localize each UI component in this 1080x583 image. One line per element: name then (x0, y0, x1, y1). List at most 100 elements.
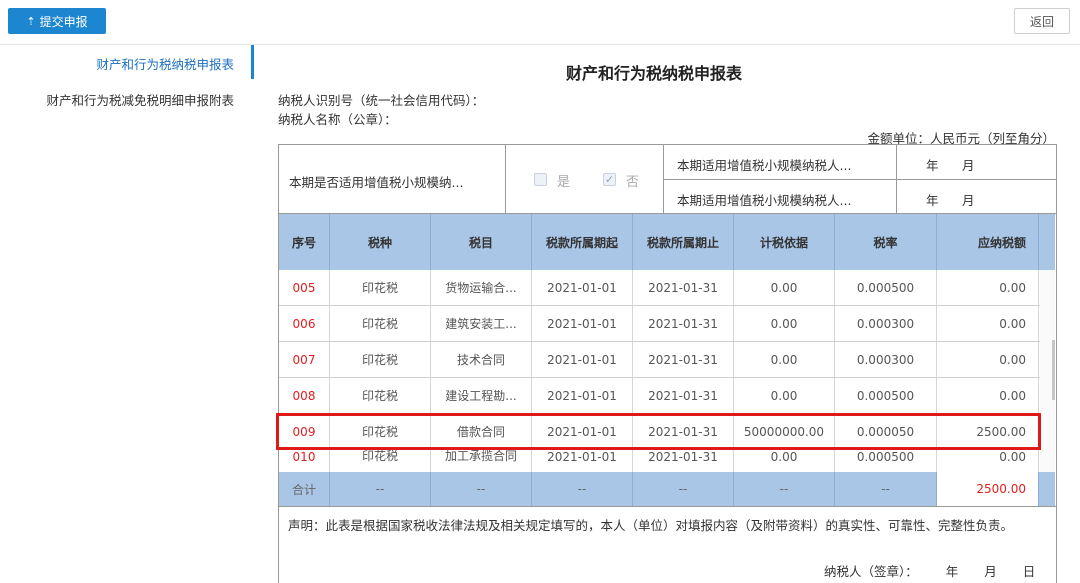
total-cell: -- (835, 472, 937, 506)
total-cell: -- (431, 472, 532, 506)
upload-icon: ⇡ (26, 14, 36, 28)
table-scrollbar-thumb[interactable] (1052, 340, 1055, 400)
row-seq: 010 (279, 450, 330, 472)
submit-declaration-label: 提交申报 (39, 14, 88, 29)
yes-label: 是 (557, 175, 571, 190)
sidebar-item-main-form[interactable]: 财产和行为税纳税申报表 (96, 54, 234, 73)
col-tax-item: 税目 (431, 214, 532, 270)
table-row[interactable]: 008 印花税 建设工程勘... 2021-01-01 2021-01-31 0… (279, 378, 1055, 414)
row-tax-type: 印花税 (330, 378, 431, 413)
period-start-year: 年 (926, 158, 939, 173)
row-period-end: 2021-01-31 (633, 414, 734, 449)
row-tax-basis[interactable]: 0.00 (734, 378, 835, 413)
row-seq: 006 (279, 306, 330, 341)
row-tax-rate: 0.000500 (835, 378, 937, 413)
col-tax-basis: 计税依据 (734, 214, 835, 270)
total-label: 合计 (279, 472, 330, 506)
yes-checkbox[interactable] (534, 173, 547, 186)
row-period-start: 2021-01-01 (532, 342, 633, 377)
table-header: 序号 税种 税目 税款所属期起 税款所属期止 计税依据 税率 应纳税额 (279, 214, 1055, 270)
row-period-start: 2021-01-01 (532, 414, 633, 449)
signature-month: 月 (984, 564, 997, 579)
row-tax-rate: 0.000050 (835, 414, 937, 449)
table-row[interactable]: 005 印花税 货物运输合... 2021-01-01 2021-01-31 0… (279, 270, 1055, 306)
row-period-start: 2021-01-01 (532, 270, 633, 305)
back-button[interactable]: 返回 (1014, 8, 1070, 34)
row-tax-basis[interactable]: 0.00 (734, 306, 835, 341)
row-tax-item: 加工承揽合同 (431, 450, 532, 472)
table-row[interactable]: 006 印花税 建筑安装工... 2021-01-01 2021-01-31 0… (279, 306, 1055, 342)
col-tax-rate: 税率 (835, 214, 937, 270)
row-tax-rate: 0.000300 (835, 342, 937, 377)
period-end-label: 本期适用增值税小规模纳税人... (677, 193, 852, 208)
row-tax-payable: 0.00 (937, 378, 1039, 413)
row-tax-item: 货物运输合... (431, 270, 532, 305)
taxpayer-name-label: 纳税人名称（公章）： (278, 112, 397, 127)
row-seq: 008 (279, 378, 330, 413)
total-cell: -- (734, 472, 835, 506)
row-period-end: 2021-01-31 (633, 342, 734, 377)
row-tax-payable: 2500.00 (937, 414, 1039, 449)
row-tax-basis[interactable]: 50000000.00 (734, 414, 835, 449)
total-tax-payable: 2500.00 (937, 472, 1039, 506)
row-tax-rate: 0.000300 (835, 306, 937, 341)
signature-label: 纳税人（签章）： (824, 564, 918, 579)
row-tax-payable: 0.00 (937, 450, 1039, 472)
total-cell: -- (532, 472, 633, 506)
col-period-end: 税款所属期止 (633, 214, 734, 270)
row-period-end: 2021-01-31 (633, 306, 734, 341)
col-tax-payable: 应纳税额 (937, 214, 1039, 270)
small-scale-question: 本期是否适用增值税小规模纳... (289, 175, 464, 190)
row-period-start: 2021-01-01 (532, 450, 633, 472)
col-seq: 序号 (279, 214, 330, 270)
period-end-month: 月 (962, 193, 975, 208)
row-tax-item: 借款合同 (431, 414, 532, 449)
sidebar-item-reduction-schedule[interactable]: 财产和行为税减免税明细申报附表 (46, 90, 234, 109)
signature-line: 纳税人（签章）： 年 月 日 (824, 561, 1035, 580)
declaration-text: 声明：此表是根据国家税收法律法规及相关规定填写的，本人（单位）对填报内容（及附带… (288, 518, 1014, 533)
row-tax-item: 技术合同 (431, 342, 532, 377)
top-toolbar: ⇡ 提交申报 返回 (0, 0, 1080, 45)
col-tax-type: 税种 (330, 214, 431, 270)
period-start-label: 本期适用增值税小规模纳税人... (677, 158, 852, 173)
row-tax-basis[interactable]: 0.00 (734, 342, 835, 377)
table-row[interactable]: 007 印花税 技术合同 2021-01-01 2021-01-31 0.00 … (279, 342, 1055, 378)
form-title: 财产和行为税纳税申报表 (566, 64, 743, 83)
taxpayer-id-label: 纳税人识别号（统一社会信用代码）： (278, 93, 485, 108)
row-tax-type: 印花税 (330, 342, 431, 377)
sidebar (0, 44, 254, 583)
row-tax-payable: 0.00 (937, 270, 1039, 305)
row-period-end: 2021-01-31 (633, 270, 734, 305)
row-seq: 007 (279, 342, 330, 377)
table-row-highlighted[interactable]: 009 印花税 借款合同 2021-01-01 2021-01-31 50000… (279, 414, 1055, 450)
signature-day: 日 (1022, 564, 1036, 579)
no-label: 否 (626, 175, 640, 190)
row-tax-payable: 0.00 (937, 306, 1039, 341)
row-period-end: 2021-01-31 (633, 450, 734, 472)
row-tax-type: 印花税 (330, 270, 431, 305)
period-start-month: 月 (962, 158, 975, 173)
period-end-year: 年 (926, 193, 939, 208)
row-tax-rate: 0.000500 (835, 450, 937, 472)
sidebar-active-indicator (251, 45, 254, 79)
row-tax-type: 印花税 (330, 450, 431, 472)
submit-declaration-button[interactable]: ⇡ 提交申报 (8, 8, 106, 34)
row-tax-basis[interactable]: 0.00 (734, 450, 835, 472)
row-tax-payable: 0.00 (937, 342, 1039, 377)
row-tax-type: 印花税 (330, 306, 431, 341)
row-seq: 009 (279, 414, 330, 449)
col-period-start: 税款所属期起 (532, 214, 633, 270)
row-tax-rate: 0.000500 (835, 270, 937, 305)
row-tax-item: 建筑安装工... (431, 306, 532, 341)
signature-year: 年 (945, 564, 959, 579)
row-tax-item: 建设工程勘... (431, 378, 532, 413)
row-period-start: 2021-01-01 (532, 306, 633, 341)
row-tax-basis[interactable]: 0.00 (734, 270, 835, 305)
table-row[interactable]: 010 印花税 加工承揽合同 2021-01-01 2021-01-31 0.0… (279, 450, 1055, 472)
total-row: 合计 -- -- -- -- -- -- 2500.00 (279, 472, 1055, 506)
row-period-end: 2021-01-31 (633, 378, 734, 413)
row-period-start: 2021-01-01 (532, 378, 633, 413)
row-tax-type: 印花税 (330, 414, 431, 449)
total-cell: -- (330, 472, 431, 506)
no-checkbox[interactable]: ✓ (603, 173, 616, 186)
